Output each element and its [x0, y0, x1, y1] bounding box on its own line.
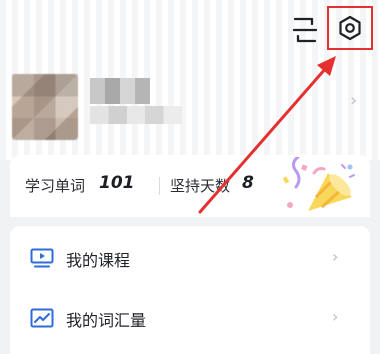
- menu-item-my-vocabulary[interactable]: 我的词汇量 ›: [10, 288, 370, 348]
- avatar[interactable]: [12, 74, 78, 140]
- menu-item-label: 我的课程: [66, 251, 131, 270]
- stats-card: 学习单词 101 坚持天数 8: [10, 155, 370, 217]
- words-learned-label: 学习单词: [25, 177, 86, 195]
- words-learned-value: 101: [99, 173, 135, 193]
- user-id-blurred: [90, 106, 182, 124]
- username-blurred: [90, 78, 150, 104]
- divider: [159, 177, 160, 195]
- scan-icon[interactable]: [292, 16, 318, 44]
- video-course-icon: [30, 248, 54, 268]
- menu-item-my-courses[interactable]: 我的课程 ›: [10, 228, 370, 288]
- settings-gear-icon[interactable]: [337, 15, 363, 41]
- party-popper-icon: [282, 157, 355, 211]
- chevron-right-icon: ›: [332, 247, 339, 266]
- streak-days-value: 8: [242, 173, 254, 193]
- chevron-right-icon: ›: [332, 307, 339, 326]
- menu-item-label: 我的词汇量: [66, 311, 147, 330]
- chevron-right-icon: ›: [350, 90, 358, 111]
- menu-card: 我的课程 › 我的词汇量 ›: [10, 226, 370, 354]
- settings-highlight-box: [327, 6, 373, 50]
- streak-days-label: 坚持天数: [170, 177, 231, 195]
- chart-trend-icon: [30, 308, 54, 328]
- profile-header[interactable]: ›: [0, 64, 380, 144]
